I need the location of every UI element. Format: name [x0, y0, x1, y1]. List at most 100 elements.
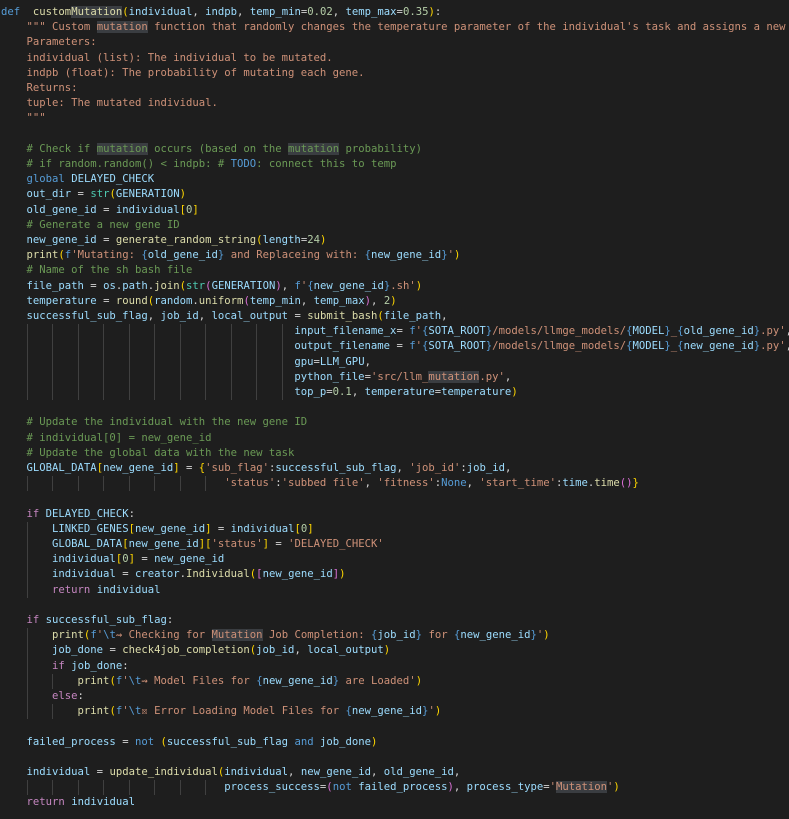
code-line[interactable]: individual = update_individual(individua… — [1, 765, 461, 780]
code-token: job_id — [377, 629, 416, 642]
code-token: # Update the individual with the new gen… — [26, 416, 308, 429]
code-token: , — [281, 279, 295, 292]
indent-guide — [77, 324, 79, 340]
code-token: , — [364, 355, 371, 368]
code-token: ] — [192, 203, 199, 216]
code-line[interactable]: LINKED_GENES[new_gene_id] = individual[0… — [1, 522, 314, 537]
code-line[interactable]: # Name of the sh bash file — [1, 263, 193, 278]
code-line[interactable]: print(f'\t⇝ Model Files for {new_gene_id… — [1, 674, 423, 689]
code-line[interactable]: individual[0] = new_gene_id — [1, 552, 224, 567]
indent-guide — [179, 476, 181, 492]
code-token: individual — [115, 203, 180, 216]
code-token: job_id — [160, 310, 199, 322]
indent-guide — [103, 354, 105, 370]
code-token: str — [90, 188, 110, 201]
code-token: ) — [339, 568, 346, 581]
code-line[interactable]: GLOBAL_DATA[new_gene_id]['status'] = 'DE… — [1, 537, 384, 552]
code-line[interactable]: global DELAYED_CHECK — [1, 172, 155, 187]
code-line[interactable]: old_gene_id = individual[0] — [1, 203, 199, 218]
code-line[interactable]: def customMutation(individual, indpb, te… — [1, 5, 441, 20]
code-token: 24 — [307, 234, 320, 246]
indent-guide — [77, 385, 79, 401]
code-line[interactable]: print(f'Mutating: {old_gene_id} and Repl… — [1, 248, 461, 263]
code-line[interactable]: out_dir = str(GENERATION) — [1, 187, 187, 202]
code-line[interactable]: gpu=LLM_GPU, — [1, 355, 371, 370]
code-line[interactable]: # Generate a new gene ID — [1, 218, 180, 233]
code-token: , — [396, 462, 410, 474]
code-token: ) — [511, 386, 518, 398]
code-line[interactable]: job_done = check4job_completion(job_id, … — [1, 643, 390, 658]
code-token: print — [52, 629, 84, 642]
code-line[interactable]: print(f'\t⇝ Checking for Mutation Job Co… — [1, 628, 550, 643]
code-token: file_path — [26, 279, 84, 292]
code-line[interactable]: process_success=(not failed_process), pr… — [1, 780, 620, 795]
code-line[interactable]: new_gene_id = generate_random_string(len… — [1, 233, 327, 248]
code-token: individual — [128, 6, 193, 18]
code-token: global — [26, 173, 65, 186]
code-line[interactable]: print(f'\t☒ Error Loading Model Files fo… — [1, 704, 442, 719]
code-token: ) — [613, 781, 620, 794]
code-token: new_gene_id — [128, 538, 199, 550]
indent-guide — [52, 673, 54, 689]
code-token: GENERATION — [115, 188, 180, 201]
code-token: , — [332, 6, 346, 18]
code-line[interactable]: successful_sub_flag, job_id, local_outpu… — [1, 309, 448, 324]
code-token: old_gene_id — [683, 325, 754, 338]
indent-guide — [179, 780, 181, 796]
code-line[interactable]: output_filename = f'{SOTA_ROOT}/models/l… — [1, 339, 789, 354]
code-line[interactable]: # Check if mutation occurs (based on the… — [1, 142, 422, 157]
code-token: = — [268, 538, 289, 550]
indent-guide — [205, 385, 207, 401]
code-line[interactable]: file_path = os.path.join(str(GENERATION)… — [1, 279, 423, 294]
code-line[interactable]: # Update the global data with the new ta… — [1, 446, 295, 461]
code-line[interactable]: temperature = round(random.uniform(temp_… — [1, 294, 397, 309]
indent-guide — [256, 354, 258, 370]
code-line[interactable]: if successful_sub_flag: — [1, 613, 174, 628]
code-line[interactable]: individual (list): The individual to be … — [1, 51, 333, 66]
indent-guide — [52, 780, 54, 796]
code-token: temperature — [26, 294, 97, 307]
code-token: , — [466, 477, 480, 490]
code-line[interactable]: Returns: — [1, 81, 78, 96]
code-editor[interactable]: def customMutation(individual, indpb, te… — [0, 0, 789, 819]
code-token: python_file — [294, 370, 365, 383]
code-line[interactable]: # Update the individual with the new gen… — [1, 415, 308, 430]
code-line[interactable]: indpb (float): The probability of mutati… — [1, 66, 365, 81]
code-token: GLOBAL_DATA — [26, 462, 97, 474]
code-line[interactable]: """ Custom mutation function that random… — [1, 20, 789, 35]
code-token: DELAYED_CHECK — [71, 173, 155, 186]
code-token: print — [77, 674, 110, 687]
code-token: Returns: — [26, 82, 78, 94]
code-token: str — [186, 279, 206, 292]
indent-guide — [230, 324, 232, 340]
indent-guide — [179, 339, 181, 355]
code-token: process_success — [224, 781, 320, 794]
code-line[interactable]: 'status':'subbed file', 'fitness':None, … — [1, 476, 639, 491]
code-line[interactable]: tuple: The mutated individual. — [1, 96, 218, 111]
code-token: new_gene_id — [103, 462, 174, 474]
code-line[interactable]: # individual[0] = new_gene_id — [1, 431, 212, 446]
code-line[interactable]: # if random.random() < indpb: # TODO: co… — [1, 157, 397, 172]
code-line[interactable]: if DELAYED_CHECK: — [1, 507, 135, 522]
code-line[interactable]: """ — [1, 111, 46, 126]
code-token: not — [332, 781, 352, 794]
code-line[interactable]: else: — [1, 689, 84, 704]
code-token: 'DELAYED_CHECK' — [288, 538, 384, 550]
code-line[interactable]: individual = creator.Individual([new_gen… — [1, 567, 346, 582]
code-line[interactable]: input_filename_x= f'{SOTA_ROOT}/models/l… — [1, 324, 789, 339]
code-line[interactable]: failed_process = not (successful_sub_fla… — [1, 735, 378, 750]
code-line[interactable]: return individual — [1, 795, 135, 810]
code-line[interactable]: Parameters: — [1, 35, 97, 50]
code-token: , — [294, 644, 308, 657]
indent-guide — [26, 689, 28, 705]
code-line[interactable]: return individual — [1, 583, 160, 598]
code-line[interactable]: GLOBAL_DATA[new_gene_id] = {'sub_flag':s… — [1, 461, 512, 476]
code-line[interactable]: if job_done: — [1, 659, 129, 674]
